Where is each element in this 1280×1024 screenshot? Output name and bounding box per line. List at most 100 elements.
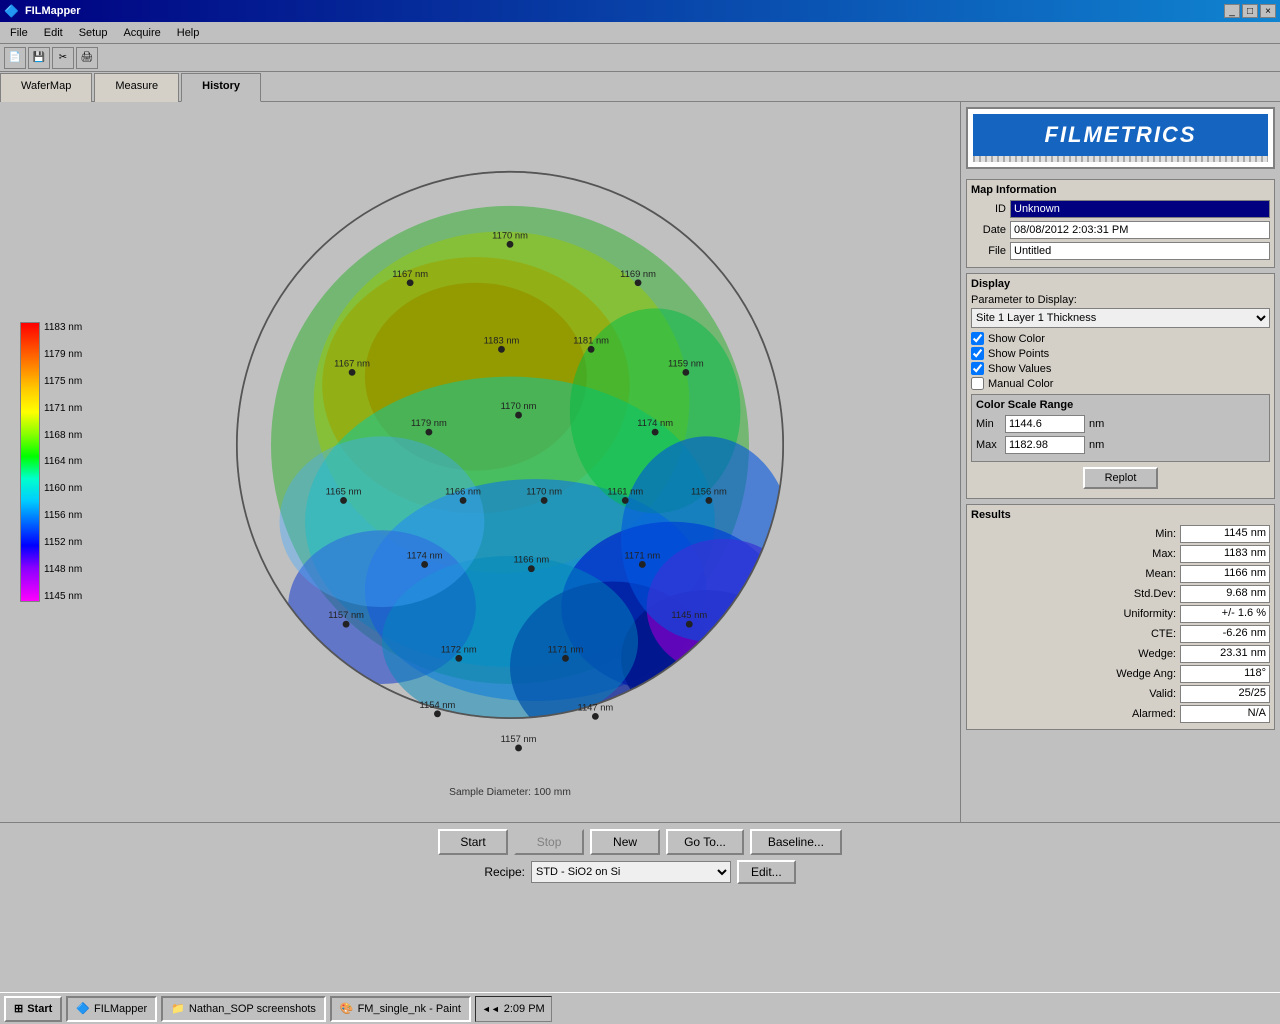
file-input[interactable] <box>1010 242 1270 260</box>
svg-text:1171 nm: 1171 nm <box>548 643 584 654</box>
date-input[interactable] <box>1010 221 1270 239</box>
tab-wafermap[interactable]: WaferMap <box>0 73 92 102</box>
results-wedge-label: Wedge: <box>1096 648 1176 660</box>
results-wedgeang-row: Wedge Ang: 118° <box>971 665 1270 683</box>
svg-text:1170 nm: 1170 nm <box>526 485 562 496</box>
start-menu-button[interactable]: ⊞ Start <box>4 996 62 1022</box>
svg-text:Sample Diameter: 100 mm: Sample Diameter: 100 mm <box>449 787 571 798</box>
toolbar-btn-2[interactable]: 💾 <box>28 47 50 69</box>
folder-icon: 📁 <box>171 1002 185 1015</box>
menu-help[interactable]: Help <box>171 25 206 41</box>
bottom-bar: Start Stop New Go To... Baseline... Reci… <box>0 822 1280 922</box>
svg-text:1147 nm: 1147 nm <box>577 701 613 712</box>
results-alarmed-row: Alarmed: N/A <box>971 705 1270 723</box>
toolbar-btn-4[interactable]: 🖨 <box>76 47 98 69</box>
svg-text:1161 nm: 1161 nm <box>607 485 643 496</box>
color-scale-title: Color Scale Range <box>976 399 1265 411</box>
color-scale-bar <box>20 322 40 602</box>
results-cte-value: -6.26 nm <box>1180 625 1270 643</box>
taskbar-paint[interactable]: 🎨 FM_single_nk - Paint <box>330 996 471 1022</box>
recipe-label: Recipe: <box>484 865 525 879</box>
svg-text:1166 nm: 1166 nm <box>513 554 549 565</box>
menu-edit[interactable]: Edit <box>38 25 69 41</box>
paint-icon: 🎨 <box>340 1002 354 1015</box>
svg-text:1169 nm: 1169 nm <box>620 268 656 279</box>
show-points-label: Show Points <box>988 348 1049 360</box>
map-info-title: Map Information <box>971 184 1270 196</box>
show-values-label: Show Values <box>988 363 1051 375</box>
results-stddev-value: 9.68 nm <box>1180 585 1270 603</box>
tray-arrow[interactable]: ◄◄ <box>482 1004 500 1014</box>
svg-text:1145 nm: 1145 nm <box>671 609 707 620</box>
new-button[interactable]: New <box>590 829 660 855</box>
edit-button[interactable]: Edit... <box>737 860 796 884</box>
svg-text:1170 nm: 1170 nm <box>501 400 537 411</box>
show-values-checkbox[interactable] <box>971 362 984 375</box>
svg-text:1159 nm: 1159 nm <box>668 357 704 368</box>
start-button[interactable]: Start <box>438 829 508 855</box>
baseline-button[interactable]: Baseline... <box>750 829 842 855</box>
replot-button[interactable]: Replot <box>1083 467 1159 489</box>
parameter-select[interactable]: Site 1 Layer 1 Thickness <box>971 308 1270 328</box>
max-input[interactable] <box>1005 436 1085 454</box>
display-title: Display <box>971 278 1270 290</box>
recipe-select[interactable]: STD - SiO2 on Si <box>531 861 731 883</box>
results-wedgeang-label: Wedge Ang: <box>1096 668 1176 680</box>
results-wedge-value: 23.31 nm <box>1180 645 1270 663</box>
toolbar-btn-1[interactable]: 📄 <box>4 47 26 69</box>
svg-text:1157 nm: 1157 nm <box>501 733 537 744</box>
results-title: Results <box>971 509 1270 521</box>
svg-text:1156 nm: 1156 nm <box>691 485 727 496</box>
svg-text:1171 nm: 1171 nm <box>624 549 660 560</box>
id-label: ID <box>971 203 1006 215</box>
toolbar-btn-3[interactable]: ✂ <box>52 47 74 69</box>
minimize-btn[interactable]: _ <box>1224 4 1240 18</box>
results-section: Results Min: 1145 nm Max: 1183 nm Mean: … <box>966 504 1275 730</box>
menu-acquire[interactable]: Acquire <box>117 25 166 41</box>
taskbar-filmapper[interactable]: 🔷 FILMapper <box>66 996 157 1022</box>
close-btn[interactable]: × <box>1260 4 1276 18</box>
results-valid-row: Valid: 25/25 <box>971 685 1270 703</box>
content-area: 1183 nm 1179 nm 1175 nm 1171 nm 1168 nm … <box>0 102 1280 822</box>
taskbar: ⊞ Start 🔷 FILMapper 📁 Nathan_SOP screens… <box>0 992 1280 1024</box>
results-max-row: Max: 1183 nm <box>971 545 1270 563</box>
max-unit: nm <box>1089 439 1104 451</box>
min-input[interactable] <box>1005 415 1085 433</box>
map-info-section: Map Information ID Date File <box>966 179 1275 268</box>
results-max-label: Max: <box>1096 548 1176 560</box>
left-panel: 1183 nm 1179 nm 1175 nm 1171 nm 1168 nm … <box>0 102 960 822</box>
logo-text: FILMETRICS <box>1045 122 1197 147</box>
goto-button[interactable]: Go To... <box>666 829 744 855</box>
svg-text:1179 nm: 1179 nm <box>411 417 447 428</box>
svg-text:1154 nm: 1154 nm <box>420 699 456 710</box>
show-points-checkbox[interactable] <box>971 347 984 360</box>
taskbar-nathan[interactable]: 📁 Nathan_SOP screenshots <box>161 996 326 1022</box>
results-wedgeang-value: 118° <box>1180 665 1270 683</box>
results-cte-row: CTE: -6.26 nm <box>971 625 1270 643</box>
color-legend: 1183 nm 1179 nm 1175 nm 1171 nm 1168 nm … <box>20 322 82 602</box>
date-label: Date <box>971 224 1006 236</box>
tab-history[interactable]: History <box>181 73 261 102</box>
date-row: Date <box>971 221 1270 239</box>
file-label: File <box>971 245 1006 257</box>
param-label: Parameter to Display: <box>971 294 1270 306</box>
results-cte-label: CTE: <box>1096 628 1176 640</box>
clock: 2:09 PM <box>504 1003 545 1015</box>
results-min-label: Min: <box>1096 528 1176 540</box>
menu-setup[interactable]: Setup <box>73 25 114 41</box>
svg-text:1181 nm: 1181 nm <box>573 334 609 345</box>
svg-text:1167 nm: 1167 nm <box>392 268 428 279</box>
id-input[interactable] <box>1010 200 1270 218</box>
manual-color-checkbox[interactable] <box>971 377 984 390</box>
menu-file[interactable]: File <box>4 25 34 41</box>
results-uniformity-label: Uniformity: <box>1096 608 1176 620</box>
file-row: File <box>971 242 1270 260</box>
maximize-btn[interactable]: □ <box>1242 4 1258 18</box>
tab-measure[interactable]: Measure <box>94 73 179 102</box>
stop-button[interactable]: Stop <box>514 829 584 855</box>
filmetrics-logo: FILMETRICS <box>966 107 1275 169</box>
results-min-row: Min: 1145 nm <box>971 525 1270 543</box>
svg-text:1174 nm: 1174 nm <box>637 417 673 428</box>
show-color-checkbox[interactable] <box>971 332 984 345</box>
max-label: Max <box>976 439 1001 451</box>
